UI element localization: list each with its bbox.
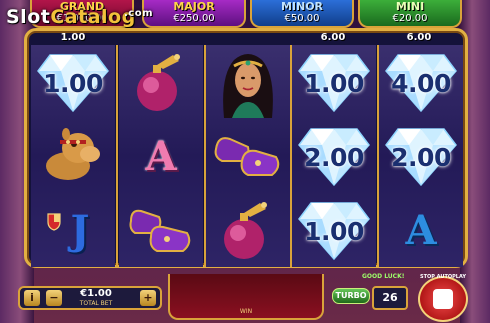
symbol-perfume-bottle <box>206 193 290 267</box>
symbol-diamond: 4.00 <box>379 45 463 119</box>
jackpot-minor-name: MINOR <box>280 0 324 13</box>
reel-frame: 1.00 6.00 6.00 1.00 J A 1.00 2.00 1.00 4… <box>24 28 468 268</box>
perfume-bottle-icon <box>224 202 267 259</box>
symbol-princess <box>206 45 290 119</box>
win-label: WIN <box>239 308 253 315</box>
stop-autoplay-button[interactable] <box>418 276 468 322</box>
jackpot-mini-value: €20.00 <box>392 13 428 24</box>
symbol-diamond: 1.00 <box>31 45 115 119</box>
symbol-a: A <box>119 119 203 193</box>
jackpot-major-name: MAJOR <box>173 0 215 13</box>
symbol-slippers <box>206 119 290 193</box>
symbol-camel <box>31 119 115 193</box>
letter-a: A <box>405 206 437 254</box>
total-bet-label: TOTAL BET <box>79 300 113 307</box>
diamond-value: 1.00 <box>304 69 364 98</box>
diamond-value: 4.00 <box>391 69 451 98</box>
symbol-diamond: 1.00 <box>292 45 376 119</box>
symbol-a: A <box>379 193 463 267</box>
camel-icon <box>46 128 100 180</box>
stop-icon <box>433 289 453 309</box>
reel-4-top-value: 6.00 <box>320 32 346 43</box>
jackpot-mini: MINI €20.00 <box>358 0 462 28</box>
slippers-icon <box>129 209 191 252</box>
bet-increase-button[interactable]: + <box>140 290 156 306</box>
jackpot-minor-value: €50.00 <box>284 13 320 24</box>
perfume-bottle-icon <box>137 54 180 111</box>
diamond-value: 1.00 <box>304 217 364 246</box>
symbol-perfume-bottle <box>119 45 203 119</box>
symbol-j: J <box>31 193 115 267</box>
jackpot-major: MAJOR €250.00 <box>142 0 246 28</box>
shield-icon <box>47 213 61 231</box>
symbol-diamond: 2.00 <box>379 119 463 193</box>
jackpot-minor: MINOR €50.00 <box>250 0 354 28</box>
reel-5-top-value: 6.00 <box>406 32 432 43</box>
jackpot-mini-name: MINI <box>395 0 425 13</box>
autoplay-counter: 26 <box>372 286 408 310</box>
logo-main: Catalog <box>50 6 136 28</box>
diamond-value: 2.00 <box>304 143 364 172</box>
info-button[interactable]: i <box>24 290 40 306</box>
symbol-diamond: 1.00 <box>292 193 376 267</box>
jackpot-major-value: €250.00 <box>173 13 215 24</box>
symbol-diamond: 2.00 <box>292 119 376 193</box>
letter-j: J <box>70 206 90 254</box>
win-panel: WIN <box>168 274 324 320</box>
watermark-logo: SlotCatalog .com <box>6 6 153 28</box>
bet-decrease-button[interactable]: − <box>46 290 62 306</box>
slippers-icon <box>214 137 280 176</box>
bet-panel: i − €1.00 TOTAL BET + <box>18 286 162 310</box>
symbol-slippers <box>119 193 203 267</box>
reel-1-top-value: 1.00 <box>60 32 86 43</box>
turbo-button[interactable]: TURBO <box>332 288 370 304</box>
logo-prefix: Slot <box>6 6 51 28</box>
diamond-value: 2.00 <box>391 143 451 172</box>
good-luck-message: GOOD LUCK! <box>362 273 405 280</box>
stop-autoplay-label: STOP AUTOPLAY <box>420 274 466 280</box>
reel-divider <box>116 45 118 267</box>
princess-icon <box>223 54 273 118</box>
letter-a: A <box>145 132 177 180</box>
logo-suffix: .com <box>124 8 154 19</box>
diamond-value: 1.00 <box>43 69 103 98</box>
